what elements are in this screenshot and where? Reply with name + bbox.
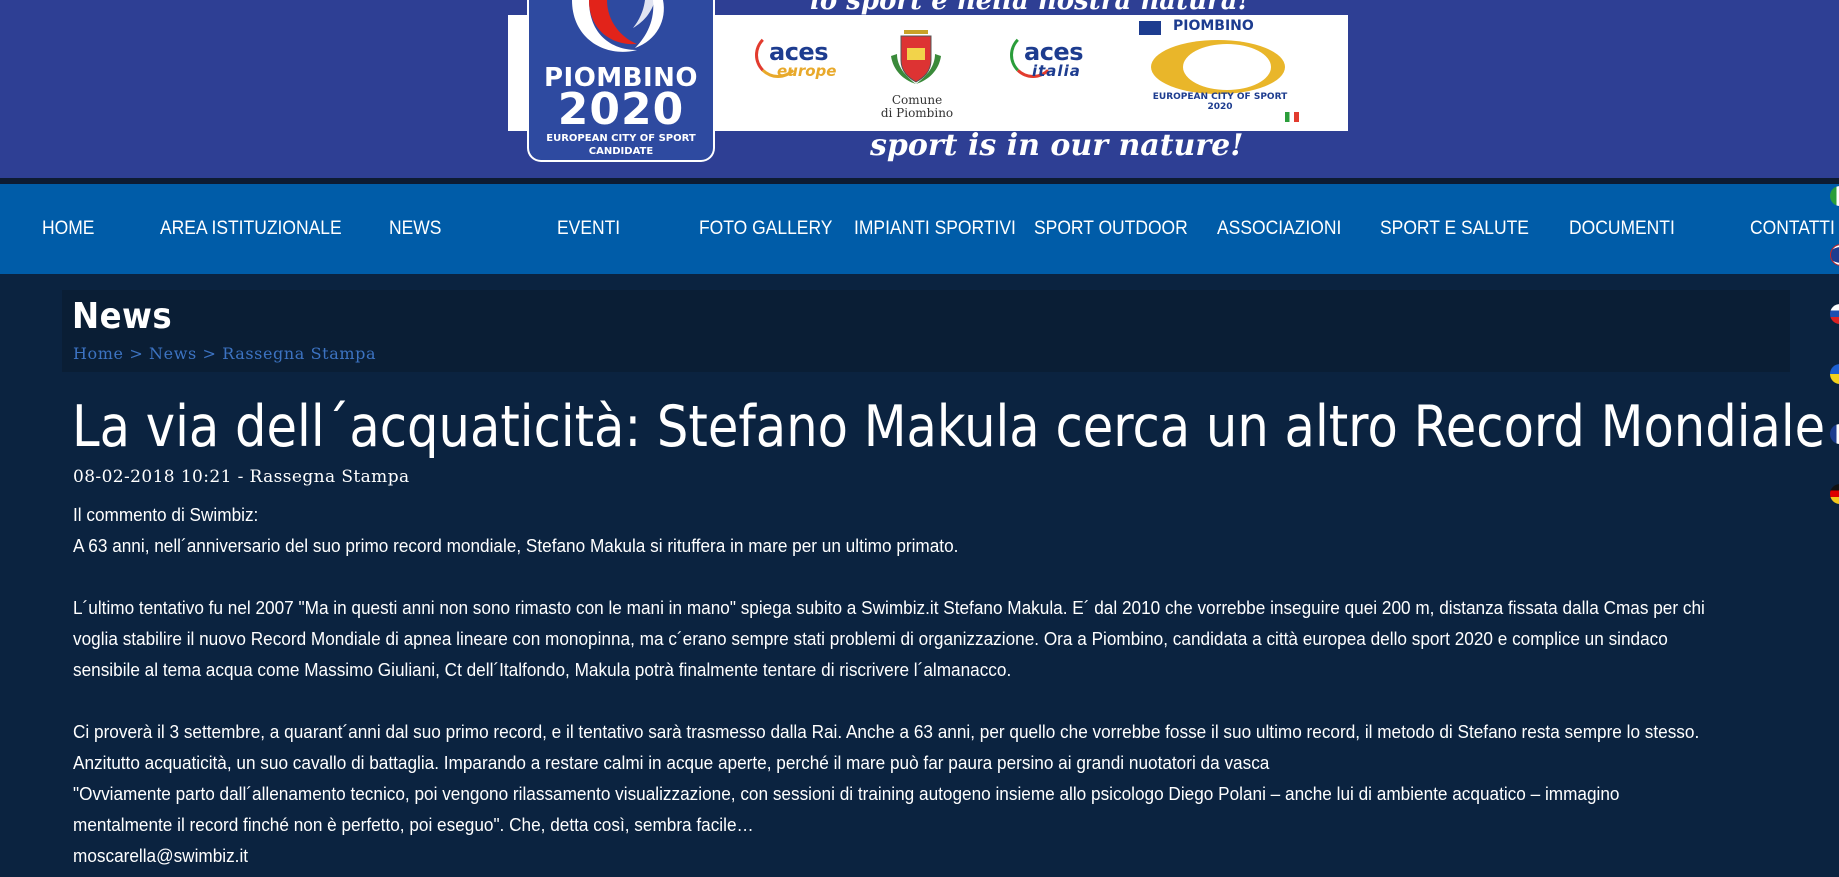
article-paragraph: "Ovviamente parto dall´allenamento tecni… — [73, 784, 1620, 835]
logo-swoosh-icon — [572, 0, 664, 52]
nav-item-news[interactable]: NEWS — [389, 184, 441, 274]
article-body: Il commento di Swimbiz: A 63 anni, nell´… — [73, 500, 1716, 872]
comune-text: Comune di Piombino — [860, 94, 974, 120]
article-author-email[interactable]: moscarella@swimbiz.it — [73, 841, 1716, 872]
article-paragraph: Il commento di Swimbiz: — [73, 505, 259, 525]
article-paragraph: Ci proverà il 3 settembre, a quarant´ann… — [73, 722, 1700, 773]
comune-line2: di Piombino — [880, 106, 954, 120]
eu-flag-icon — [1139, 21, 1161, 35]
article-paragraph: A 63 anni, nell´anniversario del suo pri… — [73, 536, 959, 556]
european-city-of-sport-logo[interactable]: PIOMBINO EUROPEAN CITY OF SPORT 2020 — [1135, 18, 1335, 126]
banner-top-slogan: lo sport è nella nostra natura! — [810, 0, 1249, 16]
france-flag-icon[interactable] — [1830, 424, 1839, 444]
article-meta: 08-02-2018 10:21 - Rassegna Stampa — [73, 467, 410, 487]
logo-subtitle-line1: EUROPEAN CITY OF SPORT — [546, 133, 696, 144]
ecs-stars-icon — [1183, 44, 1271, 90]
comune-crest-icon[interactable] — [887, 26, 945, 86]
page-title: News — [72, 296, 173, 337]
breadcrumb: Home > News > Rassegna Stampa — [73, 344, 376, 363]
breadcrumb-home[interactable]: Home — [73, 344, 124, 363]
nav-item-foto-gallery[interactable]: FOTO GALLERY — [699, 184, 832, 274]
ecs-subtitle-line1: EUROPEAN CITY OF SPORT — [1152, 92, 1288, 102]
aces-italia-logo[interactable]: aces italia — [1010, 32, 1100, 92]
breadcrumb-separator: > — [129, 344, 144, 363]
ecs-subtitle: EUROPEAN CITY OF SPORT 2020 — [1135, 92, 1305, 112]
article-paragraph: L´ultimo tentativo fu nel 2007 "Ma in qu… — [73, 598, 1705, 680]
nav-item-area-istituzionale[interactable]: AREA ISTITUZIONALE — [160, 184, 342, 274]
nav-item-documenti[interactable]: DOCUMENTI — [1569, 184, 1675, 274]
logo-subtitle: EUROPEAN CITY OF SPORT CANDIDATE — [529, 132, 713, 158]
russia-flag-icon[interactable] — [1830, 304, 1839, 324]
nav-item-sport-e-salute[interactable]: SPORT E SALUTE — [1380, 184, 1529, 274]
ecs-title: PIOMBINO — [1173, 18, 1254, 34]
ukraine-flag-icon[interactable] — [1830, 364, 1839, 384]
nav-item-associazioni[interactable]: ASSOCIAZIONI — [1217, 184, 1341, 274]
header-banner: lo sport è nella nostra natura! PIOMBINO… — [0, 0, 1839, 178]
article-title: La via dell´acquaticità: Stefano Makula … — [72, 394, 1826, 460]
ecs-subtitle-line2: 2020 — [1207, 102, 1233, 112]
aces-italia-sub: italia — [1032, 62, 1081, 80]
sponsor-bar-left-edge — [508, 15, 528, 131]
piombino-2020-logo[interactable]: PIOMBINO 2020 EUROPEAN CITY OF SPORT CAN… — [527, 0, 715, 162]
nav-item-eventi[interactable]: EVENTI — [557, 184, 620, 274]
breadcrumb-section[interactable]: Rassegna Stampa — [222, 344, 376, 363]
nav-item-contatti[interactable]: CONTATTI — [1750, 184, 1835, 274]
breadcrumb-separator: > — [202, 344, 217, 363]
aces-europe-sub: europe — [777, 62, 837, 80]
main-nav: HOME AREA ISTITUZIONALE NEWS EVENTI FOTO… — [0, 184, 1839, 274]
nav-item-sport-outdoor[interactable]: SPORT OUTDOOR — [1034, 184, 1188, 274]
logo-year: 2020 — [557, 84, 685, 135]
banner-slogan: sport is in our nature! — [870, 128, 1244, 163]
germany-flag-icon[interactable] — [1830, 484, 1839, 504]
nav-item-impianti-sportivi[interactable]: IMPIANTI SPORTIVI — [854, 184, 1016, 274]
logo-subtitle-line2: CANDIDATE — [588, 146, 654, 157]
breadcrumb-news[interactable]: News — [149, 344, 197, 363]
aces-europe-logo[interactable]: aces europe — [755, 32, 845, 92]
italy-flag-small-icon — [1285, 112, 1299, 122]
nav-item-home[interactable]: HOME — [42, 184, 94, 274]
